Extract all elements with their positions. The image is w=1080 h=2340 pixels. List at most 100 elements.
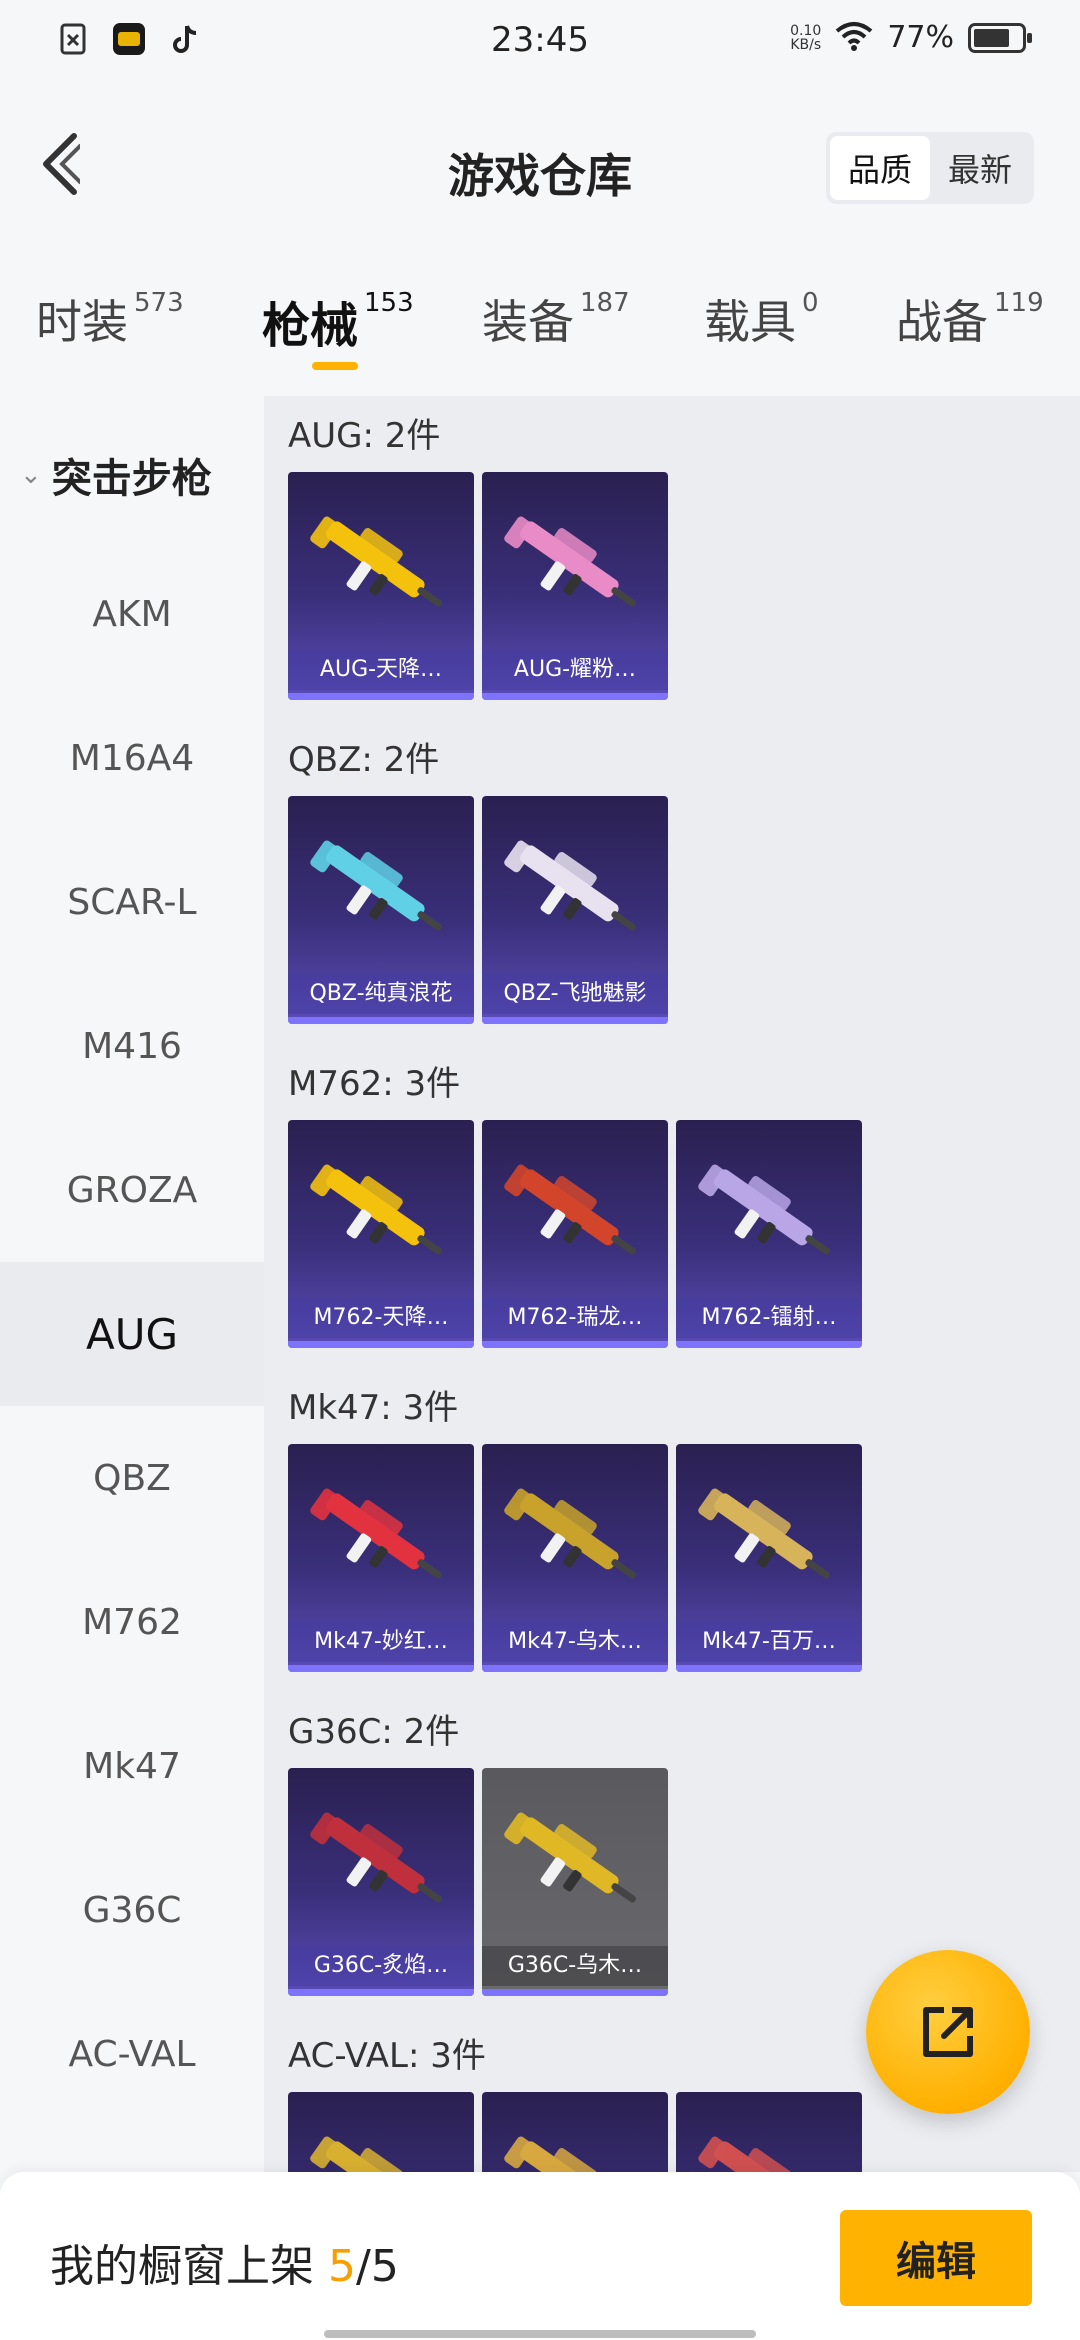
tab-label: 枪械 (262, 298, 359, 354)
card-quality-bar (482, 1989, 668, 1996)
weapon-card-name: Mk47-妙红… (288, 1622, 474, 1662)
status-bar: 23:45 0.10 KB/s 77% (0, 0, 1080, 84)
weapon-section: QBZ: 2件 QBZ-纯真浪花 QBZ-飞驰魅影 (264, 734, 1080, 1024)
net-speed: 0.10 KB/s (790, 24, 821, 52)
tab-count: 0 (802, 288, 819, 318)
tab-label: 载具 (704, 295, 796, 349)
net-speed-unit: KB/s (790, 36, 822, 53)
weapon-card[interactable]: QBZ-纯真浪花 (288, 796, 474, 1024)
section-title: AUG: 2件 (288, 416, 441, 456)
card-quality-bar (676, 1665, 862, 1672)
tab-guns[interactable]: 枪械 153 (262, 286, 414, 356)
status-right: 0.10 KB/s 77% (790, 20, 1032, 55)
weapon-card-name: AUG-天降… (288, 650, 474, 690)
sort-option-quality[interactable]: 品质 (830, 136, 930, 200)
tab-count: 573 (134, 288, 184, 318)
edit-button[interactable]: 编辑 (840, 2210, 1032, 2306)
sidebar-item-m16a4[interactable]: M16A4 (0, 686, 264, 830)
sidebar-item-groza[interactable]: GROZA (0, 1118, 264, 1262)
weapon-card[interactable]: QBZ-飞驰魅影 (482, 796, 668, 1024)
weapon-card[interactable]: G36C-乌木… (482, 1768, 668, 1996)
battery-text: 77% (887, 20, 954, 55)
tab-count: 119 (994, 288, 1044, 318)
wifi-icon (835, 21, 873, 55)
sidebar-item-akm[interactable]: AKM (0, 542, 264, 686)
card-quality-bar (482, 693, 668, 700)
weapon-card[interactable]: M762-镭射… (676, 1120, 862, 1348)
card-row: QBZ-纯真浪花 QBZ-飞驰魅影 (264, 796, 1080, 1024)
weapon-card[interactable] (676, 2092, 862, 2172)
sidebar-item-ac-val[interactable]: AC-VAL (0, 1982, 264, 2126)
share-icon (923, 2007, 973, 2057)
card-quality-bar (288, 1017, 474, 1024)
sidebar-item-mk47[interactable]: Mk47 (0, 1694, 264, 1838)
weapon-card[interactable]: Mk47-妙红… (288, 1444, 474, 1672)
sidebar-item-qbz[interactable]: QBZ (0, 1406, 264, 1550)
tab-count: 153 (364, 288, 414, 318)
weapon-card-name: QBZ-纯真浪花 (288, 974, 474, 1014)
weapon-skin-image (504, 840, 636, 931)
section-title: Mk47: 3件 (288, 1388, 459, 1428)
weapon-skin-image (310, 1488, 442, 1579)
weapon-card[interactable]: G36C-炙焰… (288, 1768, 474, 1996)
weapon-card-name: M762-瑞龙… (482, 1298, 668, 1338)
tab-costume[interactable]: 时装 573 (36, 286, 184, 352)
net-speed-value: 0.10 (790, 22, 822, 39)
weapon-card-name: G36C-乌木… (482, 1946, 668, 1986)
showcase-status: 我的橱窗上架 5/5 (50, 2230, 399, 2294)
weapon-card-name: QBZ-飞驰魅影 (482, 974, 668, 1014)
card-quality-bar (288, 1665, 474, 1672)
weapon-list: AUG: 2件 AUG-天降… AUG-耀粉… QBZ: 2件 QBZ-纯真浪花 QBZ-… (264, 396, 1080, 2172)
sidebar-group-assault-rifles[interactable]: ⌄ 突击步枪 (20, 446, 212, 504)
weapon-skin-image (698, 1164, 830, 1255)
weapon-card[interactable]: Mk47-百万… (676, 1444, 862, 1672)
card-quality-bar (482, 1341, 668, 1348)
showcase-current-count: 5 (328, 2241, 356, 2292)
weapon-skin-image (310, 840, 442, 931)
section-title: G36C: 2件 (288, 1712, 460, 1752)
top-bar: 游戏仓库 品质 最新 (0, 84, 1080, 256)
weapon-card[interactable]: AUG-耀粉… (482, 472, 668, 700)
card-quality-bar (288, 693, 474, 700)
sort-toggle: 品质 最新 (826, 132, 1034, 204)
home-indicator[interactable] (324, 2330, 756, 2338)
sort-option-newest[interactable]: 最新 (930, 136, 1030, 200)
weapon-card-name: M762-镭射… (676, 1298, 862, 1338)
tab-equipment[interactable]: 装备 187 (482, 286, 630, 352)
weapon-sidebar: ⌄ 突击步枪 AKM M16A4 SCAR-L M416 GROZA AUG Q… (0, 396, 264, 2172)
share-button[interactable] (866, 1950, 1030, 2114)
tab-label: 战备 (896, 295, 988, 349)
card-quality-bar (288, 1989, 474, 1996)
card-quality-bar (288, 1341, 474, 1348)
tab-label: 时装 (36, 295, 128, 349)
weapon-card[interactable]: M762-瑞龙… (482, 1120, 668, 1348)
weapon-card[interactable] (482, 2092, 668, 2172)
tab-vehicles[interactable]: 载具 0 (704, 286, 819, 352)
weapon-skin-image (504, 1488, 636, 1579)
weapon-card[interactable] (288, 2092, 474, 2172)
weapon-skin-image (504, 1812, 636, 1903)
weapon-section: AUG: 2件 AUG-天降… AUG-耀粉… (264, 410, 1080, 700)
sidebar-item-m762[interactable]: M762 (0, 1550, 264, 1694)
weapon-card-name: Mk47-乌木… (482, 1622, 668, 1662)
weapon-card[interactable]: M762-天降… (288, 1120, 474, 1348)
sidebar-item-g36c[interactable]: G36C (0, 1838, 264, 1982)
showcase-label: 我的橱窗上架 (50, 2241, 314, 2292)
weapon-section: Mk47: 3件 Mk47-妙红… Mk47-乌木… Mk47-百万… (264, 1382, 1080, 1672)
weapon-skin-image (310, 1164, 442, 1255)
sidebar-item-m416[interactable]: M416 (0, 974, 264, 1118)
tab-combat-gear[interactable]: 战备 119 (896, 286, 1044, 352)
bottom-bar: 我的橱窗上架 5/5 编辑 (0, 2172, 1080, 2340)
weapon-skin-image (310, 1812, 442, 1903)
sidebar-item-aug[interactable]: AUG (0, 1262, 264, 1406)
weapon-skin-image (698, 2136, 813, 2172)
weapon-card-name: AUG-耀粉… (482, 650, 668, 690)
weapon-skin-image (504, 516, 636, 607)
weapon-card[interactable]: AUG-天降… (288, 472, 474, 700)
section-title: QBZ: 2件 (288, 740, 440, 780)
weapon-card[interactable]: Mk47-乌木… (482, 1444, 668, 1672)
sidebar-item-scar-l[interactable]: SCAR-L (0, 830, 264, 974)
weapon-skin-image (504, 1164, 636, 1255)
weapon-skin-image (310, 2136, 425, 2172)
weapon-card-name: Mk47-百万… (676, 1622, 862, 1662)
